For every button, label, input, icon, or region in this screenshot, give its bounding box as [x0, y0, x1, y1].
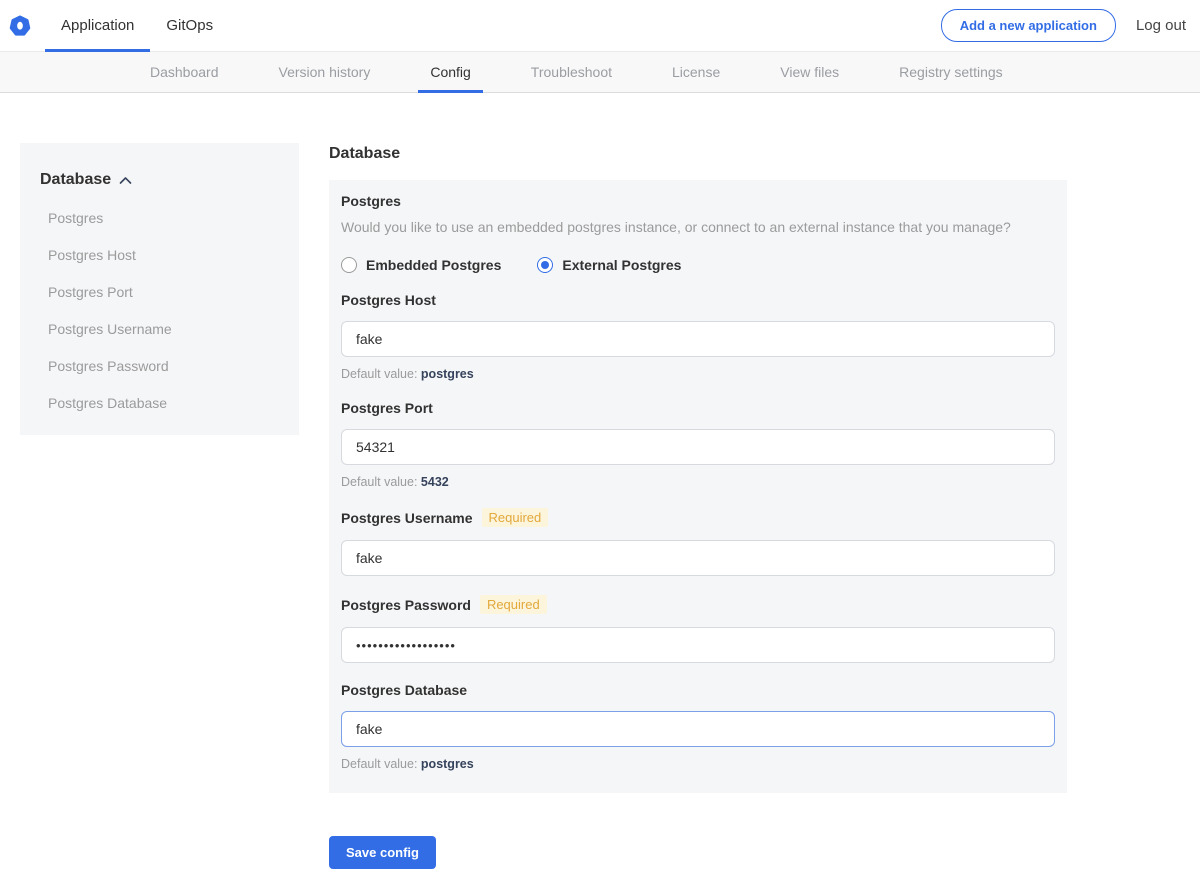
- config-main: Database Postgres Would you like to use …: [329, 143, 1067, 869]
- sidebar-item-postgres-database[interactable]: Postgres Database: [48, 395, 279, 411]
- group-help-text: Would you like to use an embedded postgr…: [341, 219, 1055, 235]
- app-subnav: Dashboard Version history Config Trouble…: [0, 52, 1200, 93]
- subtab-version-history-label: Version history: [279, 64, 371, 80]
- save-config-button[interactable]: Save config: [329, 836, 436, 869]
- postgres-port-default-hint: Default value: 5432: [341, 475, 1055, 489]
- subtab-license-label: License: [672, 64, 720, 80]
- default-label: Default value:: [341, 757, 417, 771]
- postgres-username-input[interactable]: [341, 540, 1055, 576]
- postgres-port-label: Postgres Port: [341, 400, 433, 416]
- field-postgres-host: Postgres Host Default value: postgres: [341, 292, 1055, 381]
- field-postgres-database: Postgres Database Default value: postgre…: [341, 682, 1055, 771]
- postgres-port-input[interactable]: [341, 429, 1055, 465]
- default-value: postgres: [421, 367, 474, 381]
- subtab-dashboard-label: Dashboard: [150, 64, 219, 80]
- tab-application-label: Application: [61, 17, 134, 34]
- subtab-config[interactable]: Config: [418, 52, 482, 92]
- logout-link[interactable]: Log out: [1136, 17, 1186, 34]
- sidebar-item-postgres-port[interactable]: Postgres Port: [48, 284, 279, 300]
- section-title: Database: [329, 145, 1067, 163]
- content-area: Database Postgres Postgres Host Postgres…: [0, 93, 1200, 869]
- postgres-host-label: Postgres Host: [341, 292, 436, 308]
- postgres-host-default-hint: Default value: postgres: [341, 367, 1055, 381]
- group-name: Postgres: [341, 193, 1055, 209]
- postgres-username-label: Postgres Username: [341, 510, 473, 526]
- sidebar-item-postgres-host[interactable]: Postgres Host: [48, 247, 279, 263]
- required-badge: Required: [480, 595, 547, 614]
- default-value: 5432: [421, 475, 449, 489]
- subtab-dashboard[interactable]: Dashboard: [138, 52, 231, 92]
- sidebar-item-postgres-password[interactable]: Postgres Password: [48, 358, 279, 374]
- radio-unselected-icon: [341, 257, 357, 273]
- postgres-database-input[interactable]: [341, 711, 1055, 747]
- radio-embedded-postgres[interactable]: Embedded Postgres: [341, 257, 501, 273]
- sidebar-item-postgres[interactable]: Postgres: [48, 210, 279, 226]
- subtab-config-label: Config: [430, 64, 470, 80]
- subtab-registry-settings[interactable]: Registry settings: [887, 52, 1014, 92]
- topnav-right: Add a new application Log out: [941, 0, 1200, 51]
- subtab-registry-settings-label: Registry settings: [899, 64, 1002, 80]
- postgres-database-label: Postgres Database: [341, 682, 467, 698]
- sidebar-group-database-label: Database: [40, 171, 111, 189]
- default-value: postgres: [421, 757, 474, 771]
- postgres-password-input[interactable]: [341, 627, 1055, 663]
- subtab-license[interactable]: License: [660, 52, 732, 92]
- subtab-view-files-label: View files: [780, 64, 839, 80]
- field-postgres-username: Postgres Username Required: [341, 508, 1055, 576]
- tab-application[interactable]: Application: [45, 0, 150, 51]
- default-label: Default value:: [341, 367, 417, 381]
- config-sidebar: Database Postgres Postgres Host Postgres…: [20, 143, 299, 435]
- radio-embedded-postgres-label: Embedded Postgres: [366, 257, 501, 273]
- field-postgres-password: Postgres Password Required: [341, 595, 1055, 663]
- sidebar-items: Postgres Postgres Host Postgres Port Pos…: [48, 210, 279, 411]
- config-group-card: Postgres Would you like to use an embedd…: [329, 180, 1067, 793]
- app-logo: [0, 0, 45, 51]
- required-badge: Required: [482, 508, 549, 527]
- add-application-button[interactable]: Add a new application: [941, 9, 1116, 42]
- radio-external-postgres[interactable]: External Postgres: [537, 257, 681, 273]
- kots-logo-icon: [9, 15, 31, 37]
- radio-selected-icon: [537, 257, 553, 273]
- postgres-database-default-hint: Default value: postgres: [341, 757, 1055, 771]
- subtab-version-history[interactable]: Version history: [267, 52, 383, 92]
- radio-external-postgres-label: External Postgres: [562, 257, 681, 273]
- field-postgres-port: Postgres Port Default value: 5432: [341, 400, 1055, 489]
- topnav-tabs: Application GitOps: [45, 0, 229, 51]
- postgres-host-input[interactable]: [341, 321, 1055, 357]
- tab-gitops[interactable]: GitOps: [150, 0, 229, 51]
- tab-gitops-label: GitOps: [166, 17, 213, 34]
- subtab-troubleshoot-label: Troubleshoot: [531, 64, 612, 80]
- default-label: Default value:: [341, 475, 417, 489]
- postgres-password-label: Postgres Password: [341, 597, 471, 613]
- top-navbar: Application GitOps Add a new application…: [0, 0, 1200, 52]
- subtab-troubleshoot[interactable]: Troubleshoot: [519, 52, 624, 92]
- sidebar-group-database[interactable]: Database: [40, 171, 279, 189]
- postgres-mode-radio-group: Embedded Postgres External Postgres: [341, 257, 1055, 273]
- sidebar-item-postgres-username[interactable]: Postgres Username: [48, 321, 279, 337]
- subtab-view-files[interactable]: View files: [768, 52, 851, 92]
- chevron-up-icon: [119, 176, 132, 185]
